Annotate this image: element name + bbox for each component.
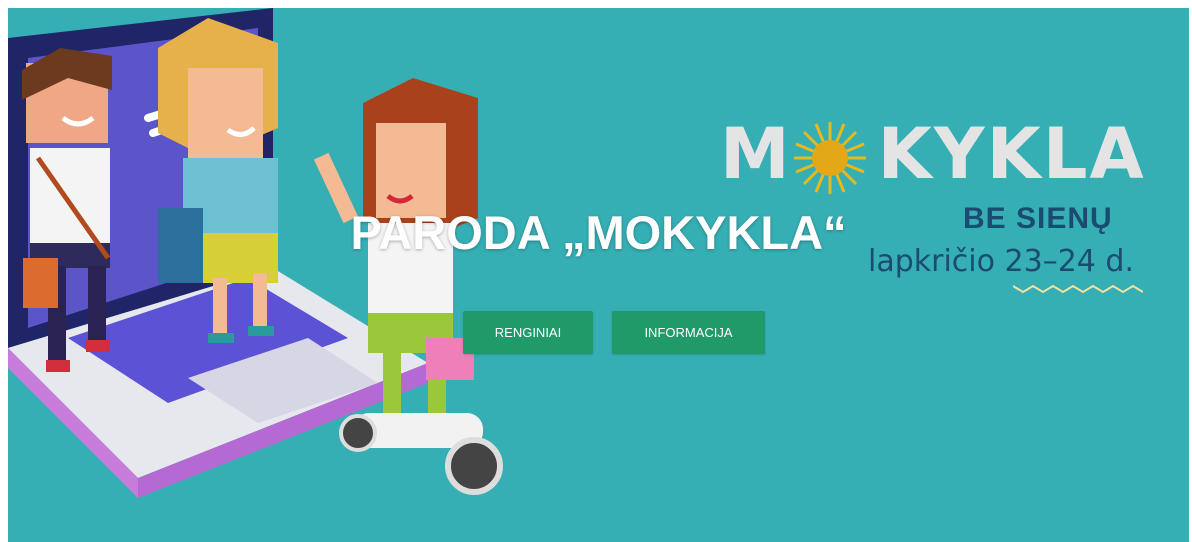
kid-on-hoverboard bbox=[313, 78, 503, 495]
informacija-button[interactable]: INFORMACIJA bbox=[612, 311, 765, 354]
hero-banner: M KYKLA BE SIENŲ lapkričio 23–24 d. PAROD… bbox=[8, 8, 1189, 542]
sun-icon bbox=[794, 122, 866, 194]
page-title: PARODA „MOKYKLA“ bbox=[350, 206, 847, 259]
zigzag-decoration bbox=[1013, 284, 1143, 294]
renginiai-button[interactable]: RENGINIAI bbox=[463, 311, 593, 354]
logo-wordmark: M KYKLA bbox=[720, 112, 1146, 196]
logo-word-first: M bbox=[720, 113, 792, 195]
kids-laptop-illustration bbox=[8, 8, 503, 498]
logo-word-rest: KYKLA bbox=[877, 113, 1146, 195]
